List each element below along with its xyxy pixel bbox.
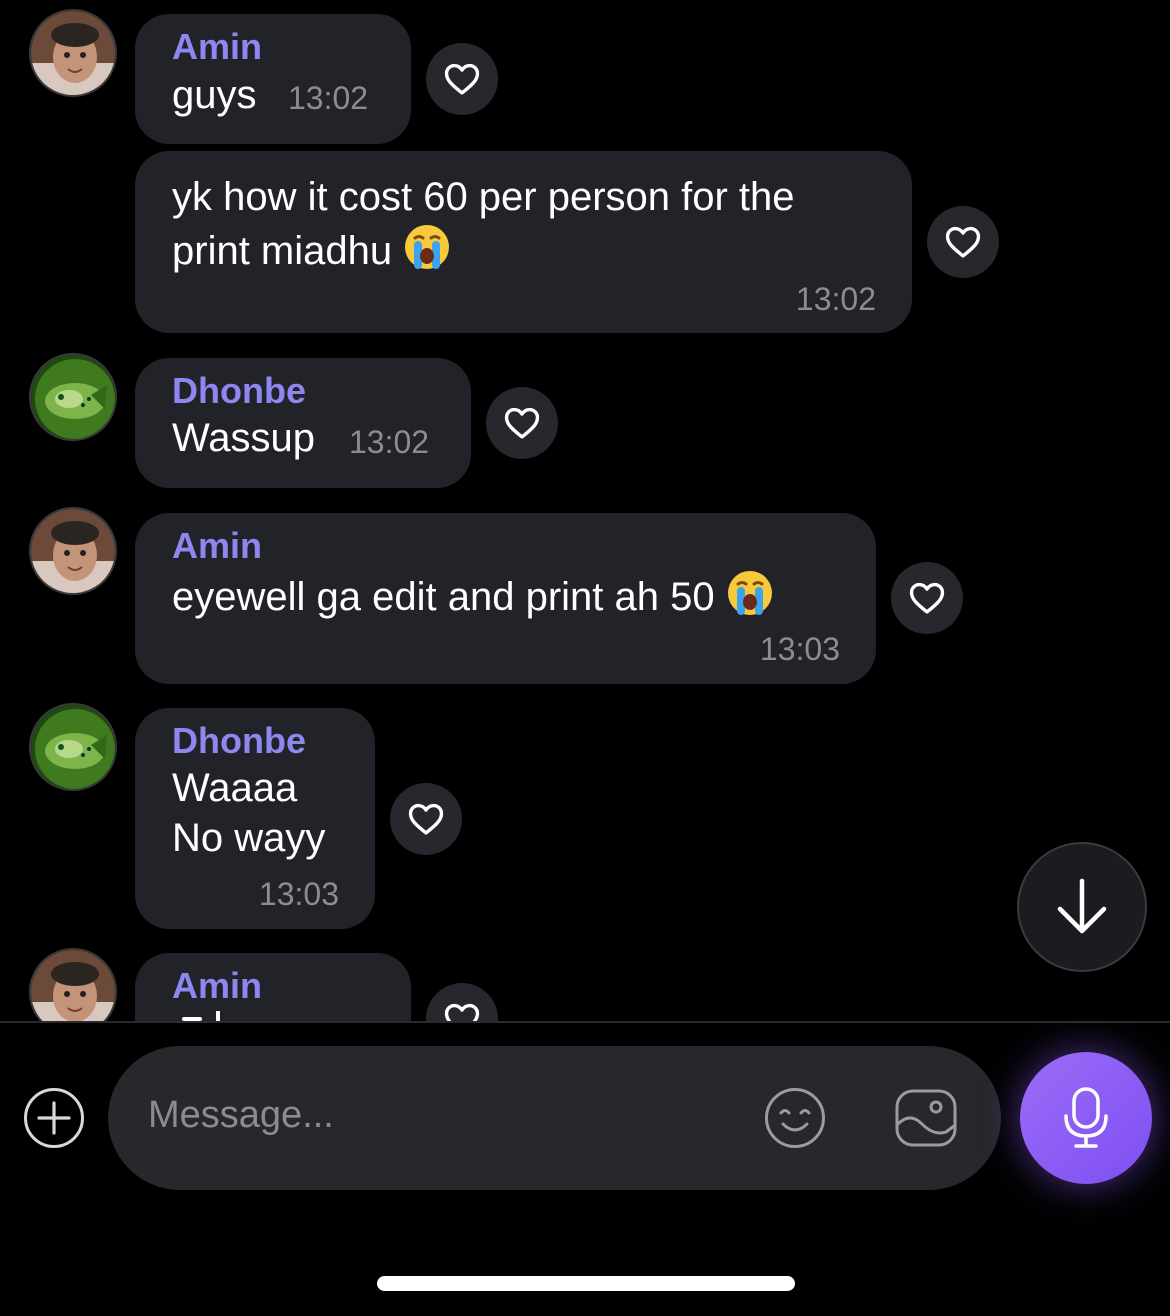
- sender-name[interactable]: Dhonbe: [172, 370, 306, 412]
- sender-name[interactable]: Amin: [172, 965, 262, 1007]
- gallery-button[interactable]: [894, 1088, 958, 1148]
- heart-outline-icon: [945, 226, 981, 258]
- sender-name[interactable]: Dhonbe: [172, 720, 306, 762]
- message-text-line-1: eyewell ga edit and print ah 50: [172, 568, 775, 622]
- message-bubble[interactable]: yk how it cost 60 per person for the pri…: [135, 151, 912, 333]
- avatar-dhonbe[interactable]: [29, 703, 117, 791]
- message-text: Wassup: [172, 416, 316, 460]
- message-bubble[interactable]: Amin eyewell ga edit and print ah 50 13:…: [135, 513, 876, 684]
- message-text: Waaaa: [172, 766, 298, 810]
- message-time: 13:03: [258, 876, 339, 912]
- message-time: 13:02: [349, 424, 430, 460]
- message-text: guys: [172, 73, 257, 117]
- message-input[interactable]: Message...: [108, 1046, 1001, 1190]
- scroll-to-bottom-button[interactable]: [1017, 842, 1147, 972]
- avatar-amin[interactable]: [29, 9, 117, 97]
- like-button[interactable]: [426, 983, 498, 1021]
- voice-record-button[interactable]: [1020, 1052, 1152, 1184]
- message-text: yk how it cost 60 per person for the: [172, 175, 795, 219]
- smiley-icon: [765, 1088, 825, 1148]
- message-bubble[interactable]: Dhonbe Wassup 13:02: [135, 358, 471, 488]
- sender-name[interactable]: Amin: [172, 26, 262, 68]
- message-text: eyewell ga edit and print ah 50: [172, 575, 715, 619]
- message-text: No wayy: [172, 816, 326, 860]
- plus-circle-icon: [24, 1088, 84, 1148]
- loudly-crying-face-icon: [405, 225, 450, 269]
- like-button[interactable]: [390, 783, 462, 855]
- message-text-line-2: print miadhu: [172, 222, 452, 276]
- composer-divider: [0, 1021, 1170, 1023]
- heart-outline-icon: [909, 582, 945, 614]
- heart-outline-icon: [444, 63, 480, 95]
- heart-outline-icon: [504, 407, 540, 439]
- message-time: 13:02: [795, 281, 876, 317]
- arrow-down-icon: [1057, 878, 1107, 934]
- message-list[interactable]: Amin guys 13:02 yk how it cost 60 per pe…: [0, 0, 1170, 1021]
- sender-name[interactable]: Amin: [172, 525, 262, 567]
- like-button[interactable]: [486, 387, 558, 459]
- message-bubble[interactable]: Amin: [135, 953, 411, 1021]
- emoji-button[interactable]: [764, 1087, 826, 1149]
- attach-button[interactable]: [23, 1087, 85, 1149]
- message-text: print miadhu: [172, 229, 393, 273]
- microphone-icon: [1064, 1087, 1108, 1148]
- avatar-dhonbe[interactable]: [29, 353, 117, 441]
- home-indicator[interactable]: [377, 1276, 795, 1291]
- like-button[interactable]: [927, 206, 999, 278]
- heart-outline-icon: [444, 1003, 480, 1021]
- like-button[interactable]: [891, 562, 963, 634]
- message-bubble[interactable]: Amin guys 13:02: [135, 14, 411, 144]
- loudly-crying-face-icon: [727, 571, 772, 615]
- message-input-placeholder: Message...: [148, 1094, 334, 1136]
- avatar-amin[interactable]: [29, 948, 117, 1021]
- heart-outline-icon: [408, 803, 444, 835]
- message-time: 13:03: [759, 631, 840, 667]
- image-icon: [895, 1089, 957, 1147]
- like-button[interactable]: [426, 43, 498, 115]
- message-bubble[interactable]: Dhonbe Waaaa No wayy 13:03: [135, 708, 375, 929]
- message-time: 13:02: [288, 80, 369, 116]
- avatar-amin[interactable]: [29, 507, 117, 595]
